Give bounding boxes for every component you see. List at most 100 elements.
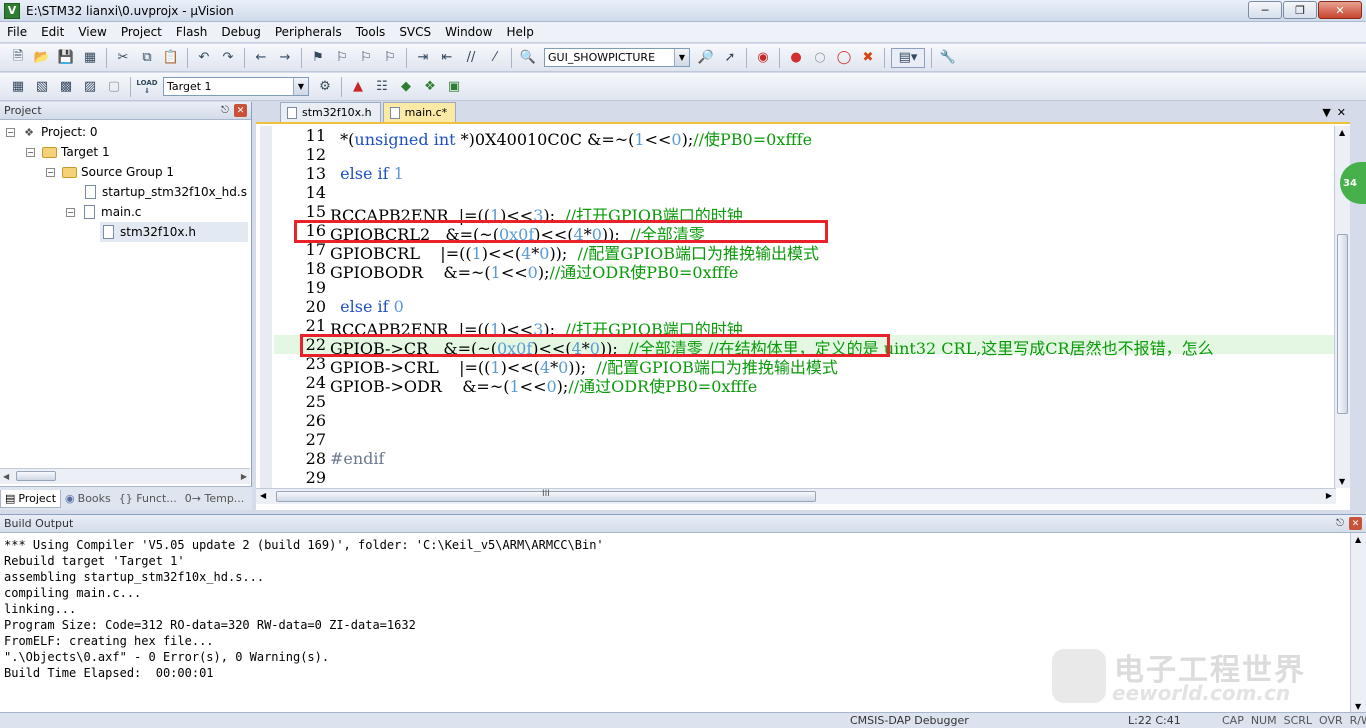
- scrollbar-thumb[interactable]: [1337, 234, 1348, 414]
- manage-project-icon[interactable]: ☷: [372, 77, 392, 97]
- breakpoint-disable-all-icon[interactable]: ◯: [834, 48, 854, 68]
- close-icon[interactable]: ✕: [1349, 517, 1362, 530]
- tab-list-icon[interactable]: ▼: [1322, 106, 1330, 119]
- tree-item-target[interactable]: − Target 1: [26, 142, 110, 162]
- minimize-button[interactable]: ─: [1248, 1, 1282, 19]
- code-line[interactable]: 20 else if 0: [274, 297, 404, 316]
- find-icon[interactable]: 🔎: [696, 48, 716, 68]
- breakpoint-kill-all-icon[interactable]: ✖: [858, 48, 878, 68]
- next-bookmark-icon[interactable]: ⚐: [356, 48, 376, 68]
- find-in-files-icon[interactable]: 🔍: [518, 48, 538, 68]
- code-area[interactable]: 11 *(unsigned int *)0X40010C0C &=~(1<<0)…: [260, 126, 1350, 488]
- menu-window[interactable]: Window: [438, 25, 499, 39]
- code-line[interactable]: 28 #endif: [274, 449, 385, 468]
- manage-components-icon[interactable]: ▲: [348, 77, 368, 97]
- chevron-down-icon[interactable]: ▼: [674, 49, 689, 66]
- code-line[interactable]: 13 else if 1: [274, 164, 404, 183]
- close-icon[interactable]: ✕: [234, 104, 247, 117]
- redo-icon[interactable]: ↷: [218, 48, 238, 68]
- tree-item-project[interactable]: − ❖ Project: 0: [6, 122, 98, 142]
- tab-templates[interactable]: 0→ Temp...: [181, 490, 249, 507]
- tree-item-startup-file[interactable]: startup_stm32f10x_hd.s: [82, 182, 247, 202]
- code-line[interactable]: 15 RCCAPB2ENR |=((1)<<3); //打开GPIOB端口的时钟: [274, 202, 743, 225]
- menu-project[interactable]: Project: [114, 25, 169, 39]
- rebuild-icon[interactable]: ▩: [56, 77, 76, 97]
- save-icon[interactable]: 💾: [56, 48, 76, 68]
- prev-bookmark-icon[interactable]: ⚐: [332, 48, 352, 68]
- output-vertical-scrollbar[interactable]: ▲ ▼: [1350, 533, 1366, 713]
- menu-file[interactable]: File: [0, 25, 34, 39]
- debug-start-icon[interactable]: ◉: [753, 48, 773, 68]
- scrollbar-thumb[interactable]: [16, 471, 56, 481]
- indent-icon[interactable]: ⇥: [413, 48, 433, 68]
- tree-item-stm32f10x-h[interactable]: stm32f10x.h: [100, 222, 248, 242]
- scroll-down-icon[interactable]: ▼: [1339, 477, 1345, 486]
- find-combo[interactable]: GUI_SHOWPICTURE ▼: [544, 48, 690, 67]
- close-button[interactable]: ✕: [1318, 1, 1362, 19]
- scroll-up-icon[interactable]: ▲: [1355, 535, 1361, 544]
- code-line[interactable]: 21 RCCAPB2ENR |=((1)<<3); //打开GPIOB端口的时钟: [274, 316, 743, 339]
- menu-flash[interactable]: Flash: [169, 25, 214, 39]
- load-download-icon[interactable]: LOAD ⇓: [136, 77, 157, 97]
- bookmark-icon[interactable]: ⚑: [308, 48, 328, 68]
- menu-peripherals[interactable]: Peripherals: [268, 25, 349, 39]
- menu-edit[interactable]: Edit: [34, 25, 71, 39]
- nav-forward-icon[interactable]: →: [275, 48, 295, 68]
- restore-button[interactable]: ❐: [1283, 1, 1317, 19]
- editor-horizontal-scrollbar[interactable]: ◀ III ▶: [256, 488, 1336, 504]
- menu-svcs[interactable]: SVCS: [392, 25, 438, 39]
- undo-icon[interactable]: ↶: [194, 48, 214, 68]
- collapse-toggle-icon[interactable]: −: [66, 207, 75, 217]
- close-icon[interactable]: ✕: [1337, 106, 1346, 119]
- breakpoint-icon[interactable]: ●: [786, 48, 806, 68]
- menu-debug[interactable]: Debug: [214, 25, 267, 39]
- paste-icon[interactable]: 📋: [161, 48, 181, 68]
- select-packs-icon[interactable]: ◆: [396, 77, 416, 97]
- scroll-right-icon[interactable]: ▶: [241, 472, 247, 481]
- code-line[interactable]: 14: [274, 183, 330, 202]
- new-file-icon[interactable]: 🗎: [8, 48, 28, 68]
- pack-installer-icon[interactable]: ▣: [444, 77, 464, 97]
- project-horizontal-scrollbar[interactable]: ◀ ▶: [0, 468, 250, 484]
- code-line[interactable]: 25: [274, 392, 330, 411]
- code-line[interactable]: 24 GPIOB->ODR &=~(1<<0);//通过ODR使PB0=0xfff…: [274, 373, 758, 396]
- comment-icon[interactable]: //: [461, 48, 481, 68]
- menu-view[interactable]: View: [71, 25, 113, 39]
- scroll-left-icon[interactable]: ◀: [3, 472, 9, 481]
- code-line[interactable]: 26: [274, 411, 330, 430]
- unindent-icon[interactable]: ⇤: [437, 48, 457, 68]
- build-icon[interactable]: ▧: [32, 77, 52, 97]
- collapse-toggle-icon[interactable]: −: [46, 167, 55, 177]
- menu-tools[interactable]: Tools: [349, 25, 393, 39]
- breakpoint-disable-icon[interactable]: ○: [810, 48, 830, 68]
- tab-functions[interactable]: {} Funct...: [115, 490, 181, 507]
- code-line[interactable]: 18 GPIOBODR &=~(1<<0);//通过ODR使PB0=0xfffe: [274, 259, 739, 282]
- scroll-right-icon[interactable]: ▶: [1326, 491, 1332, 500]
- nav-back-icon[interactable]: ←: [251, 48, 271, 68]
- tab-project[interactable]: ▤ Project: [0, 489, 62, 508]
- pin-icon[interactable]: ⎋: [221, 105, 229, 116]
- tab-books[interactable]: ◉ Books: [61, 490, 115, 507]
- code-line[interactable]: 12: [274, 145, 330, 164]
- editor-margin[interactable]: [260, 126, 272, 488]
- window-layout-icon[interactable]: ▤▾: [891, 47, 925, 68]
- code-line[interactable]: 29: [274, 468, 330, 487]
- batch-build-icon[interactable]: ▨: [80, 77, 100, 97]
- tab-main-c[interactable]: main.c*: [382, 102, 457, 122]
- tree-item-source-group[interactable]: − Source Group 1: [46, 162, 174, 182]
- stop-build-icon[interactable]: ▢: [104, 77, 124, 97]
- scroll-down-icon[interactable]: ▼: [1355, 702, 1361, 711]
- open-folder-icon[interactable]: 📂: [32, 48, 52, 68]
- incremental-find-icon[interactable]: ➚: [720, 48, 740, 68]
- wrench-icon[interactable]: 🔧: [938, 48, 958, 68]
- collapse-toggle-icon[interactable]: −: [26, 147, 35, 157]
- collapse-toggle-icon[interactable]: −: [6, 127, 15, 137]
- clear-bookmarks-icon[interactable]: ⚐: [380, 48, 400, 68]
- copy-icon[interactable]: ⧉: [137, 48, 157, 68]
- code-line[interactable]: 11 *(unsigned int *)0X40010C0C &=~(1<<0)…: [274, 126, 812, 149]
- menu-help[interactable]: Help: [499, 25, 540, 39]
- run-time-env-icon[interactable]: ❖: [420, 77, 440, 97]
- pin-icon[interactable]: ⎋: [1336, 518, 1344, 529]
- chevron-down-icon[interactable]: ▼: [293, 78, 308, 95]
- code-line[interactable]: 27: [274, 430, 330, 449]
